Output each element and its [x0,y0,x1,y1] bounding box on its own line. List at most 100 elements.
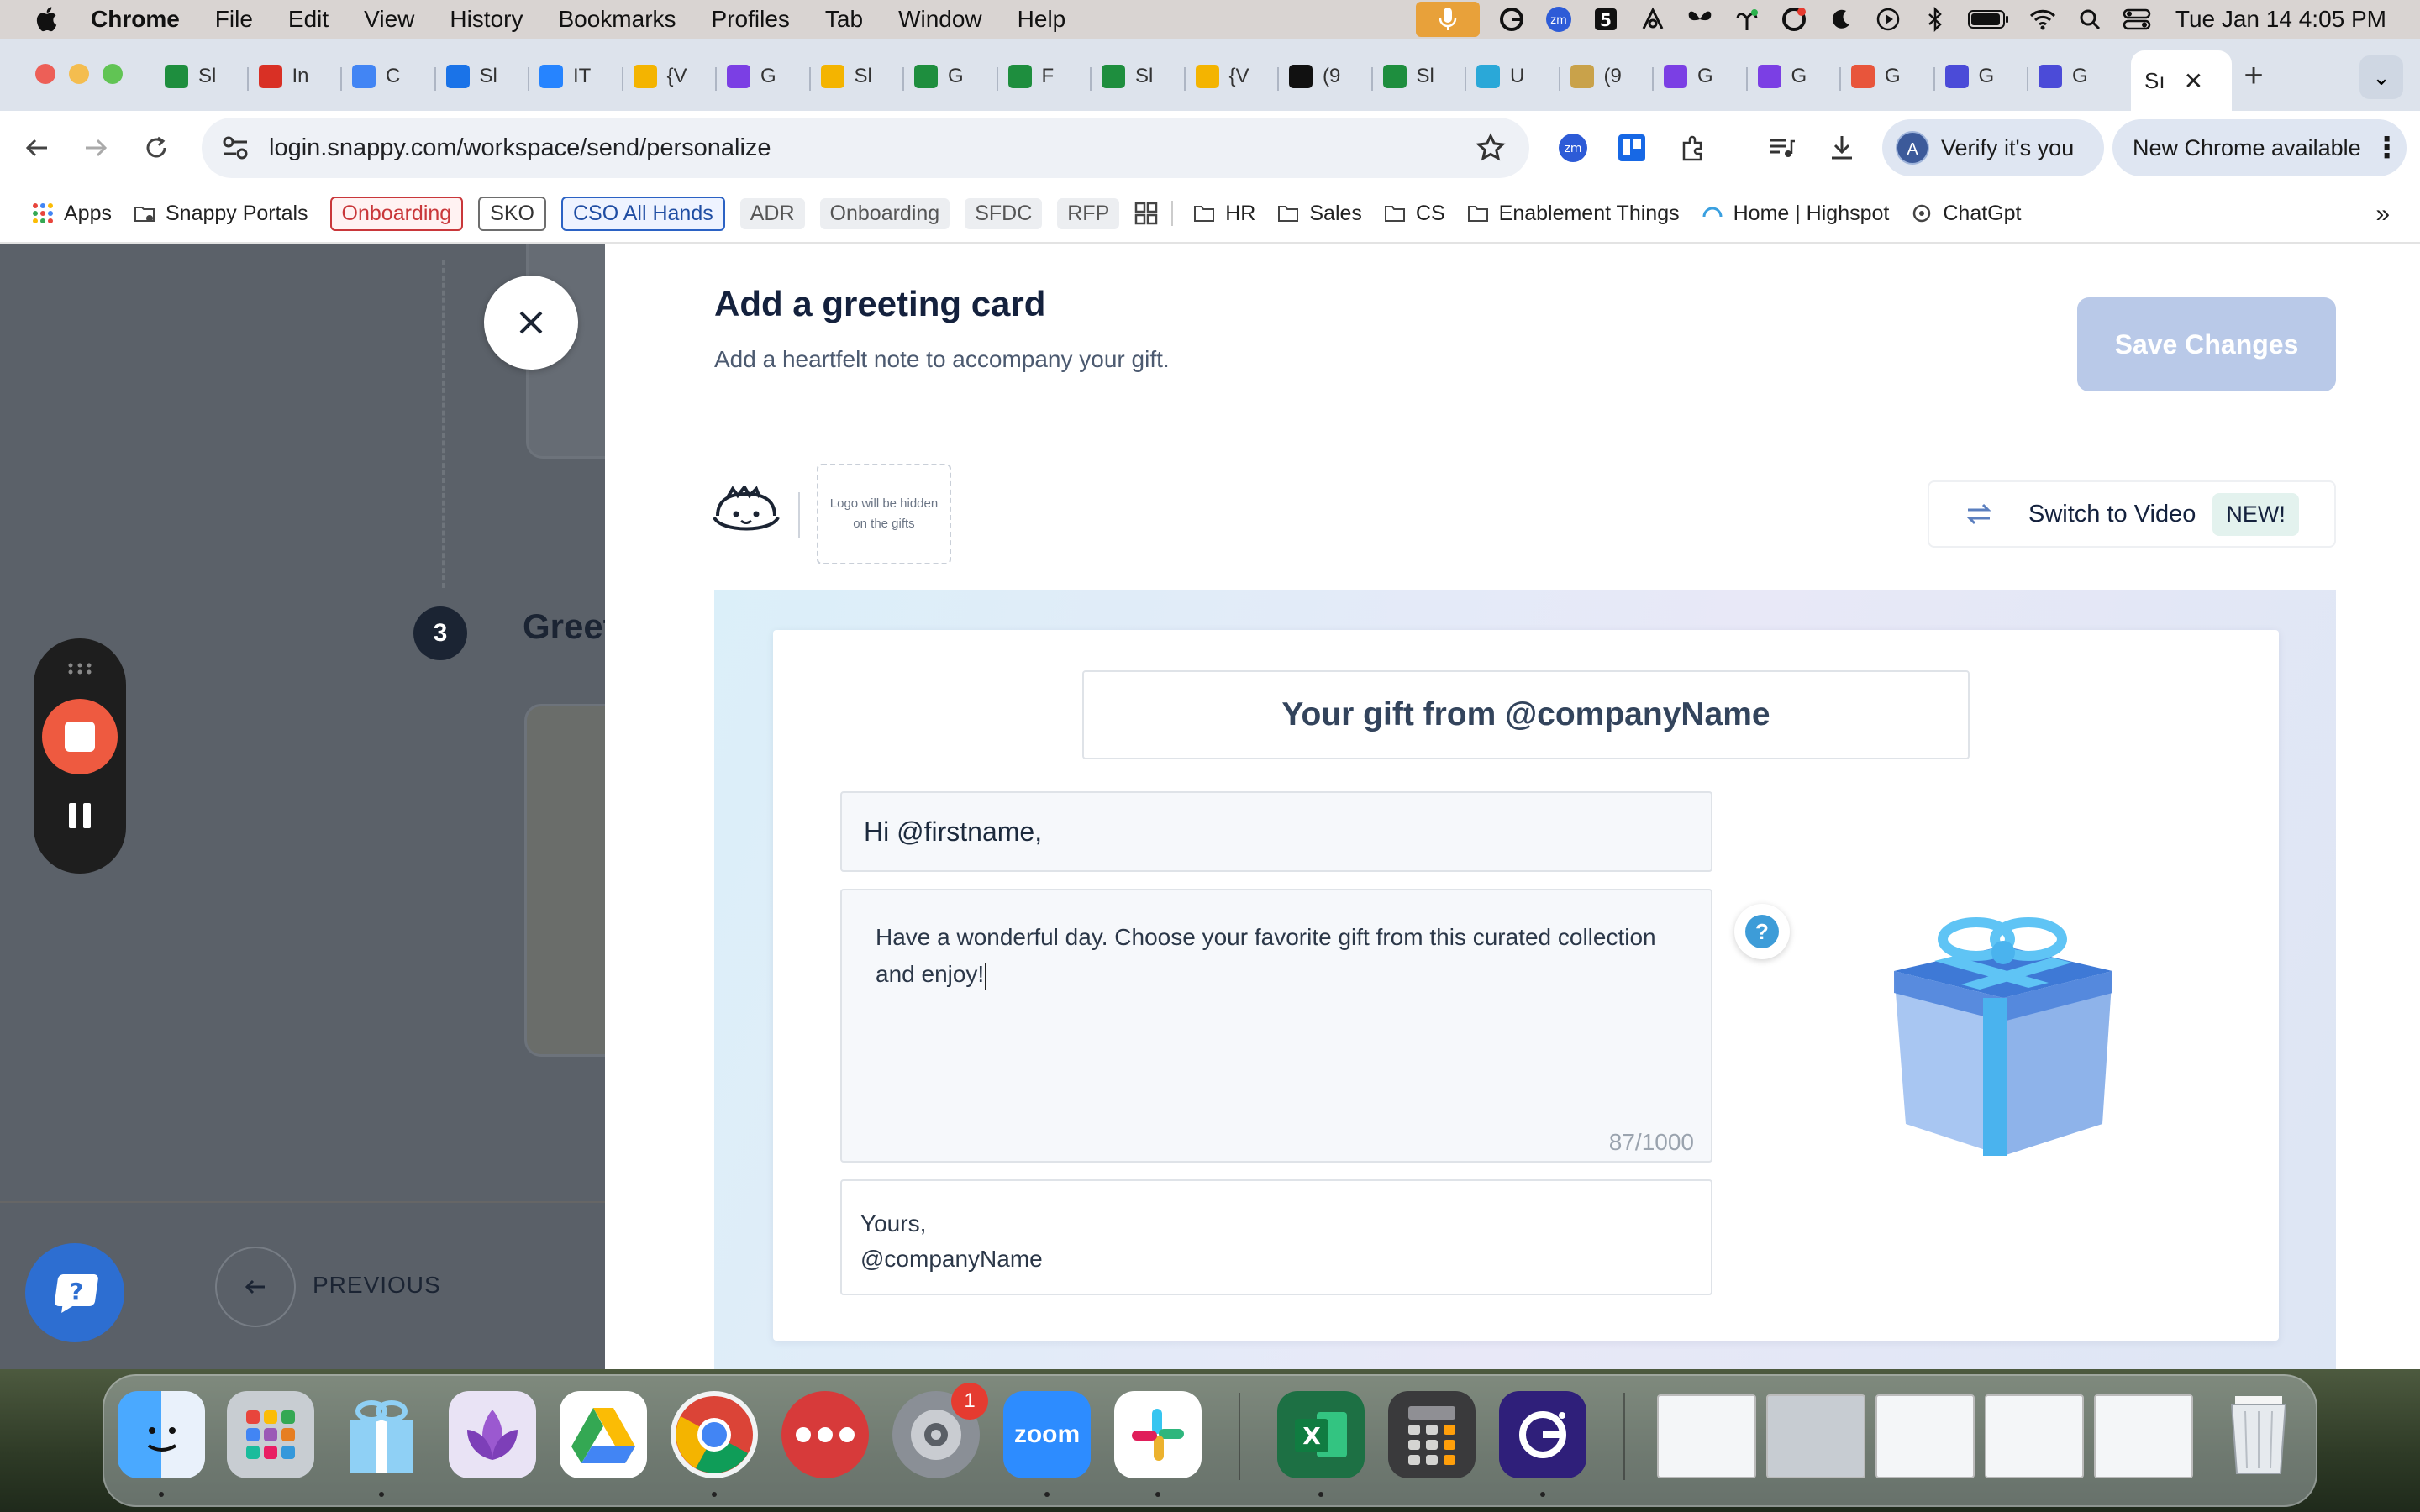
browser-tab[interactable]: Sl [445,57,497,96]
maximize-window-button[interactable] [103,64,123,84]
stop-recording-button[interactable] [42,699,118,774]
calculator-icon[interactable] [1388,1391,1476,1478]
menu-history[interactable]: History [450,6,523,33]
bookmark-snappy-portals[interactable]: Snappy Portals [134,202,308,226]
battery-icon[interactable] [1967,4,2011,34]
bookmark-folder-hr[interactable]: HR [1193,202,1255,226]
switch-to-video-button[interactable]: Switch to Video NEW! [1928,480,2336,548]
new-tab-button[interactable]: + [2235,57,2272,94]
site-settings-icon[interactable] [220,133,250,163]
wifi-icon[interactable] [2028,4,2058,34]
pause-recording-button[interactable] [66,803,94,832]
save-changes-button[interactable]: Save Changes [2077,297,2336,391]
minimized-window-4[interactable] [1985,1394,2084,1478]
menu-tab[interactable]: Tab [825,6,863,33]
browser-tab[interactable]: In [258,57,309,96]
extensions-puzzle-icon[interactable] [1676,129,1712,166]
company-logo-placeholder[interactable]: Logo will be hidden on the gifts [817,464,951,564]
minimized-window-1[interactable] [1657,1394,1756,1478]
card-subject-field[interactable]: Your gift from @companyName [1082,670,1970,759]
close-window-button[interactable] [35,64,55,84]
trello-extension-icon[interactable] [1613,129,1650,166]
zoom-status-icon[interactable]: zm [1544,4,1574,34]
browser-tab[interactable]: C [352,57,400,96]
menu-view[interactable]: View [364,6,414,33]
previous-button[interactable] [215,1247,296,1327]
bookmark-onboarding[interactable]: Onboarding [819,197,950,229]
bookmark-folder-sales[interactable]: Sales [1277,202,1362,226]
arc-icon[interactable] [1638,4,1668,34]
forward-button[interactable] [77,129,114,166]
message-help-button[interactable]: ? [1734,904,1790,959]
zoom-extension-icon[interactable]: zm [1555,129,1591,166]
browser-tab[interactable]: Sl [165,57,216,96]
bookmark-sko[interactable]: SKO [478,196,546,231]
bookmark-sfdc[interactable]: SFDC [965,197,1043,229]
browser-tab[interactable]: G [1851,57,1901,96]
close-tab-icon[interactable]: ✕ [2184,67,2203,95]
bookmark-highspot[interactable]: Home | Highspot [1702,202,1889,226]
microphone-icon[interactable] [1415,2,1480,37]
grid-icon[interactable] [1134,202,1158,225]
browser-tab[interactable]: Sl [820,57,872,96]
bookmark-cso-all-hands[interactable]: CSO All Hands [560,196,725,231]
media-controls-icon[interactable] [1763,129,1800,166]
plant-icon[interactable] [1732,4,1762,34]
browser-tab[interactable]: G [727,57,776,96]
url-text[interactable]: login.snappy.com/workspace/send/personal… [269,134,771,162]
message-textarea[interactable]: Have a wonderful day. Choose your favori… [840,889,1712,1163]
trash-icon[interactable] [2215,1391,2302,1478]
moon-icon[interactable] [1826,4,1856,34]
browser-tab[interactable]: G [914,57,964,96]
spotlight-search-icon[interactable] [2075,4,2105,34]
menu-app-name[interactable]: Chrome [91,6,180,33]
menu-bookmarks[interactable]: Bookmarks [558,6,676,33]
close-drawer-button[interactable] [484,276,578,370]
drag-handle-icon[interactable] [67,662,92,675]
browser-tab[interactable]: (9 [1289,57,1340,96]
browser-tab[interactable]: U [1476,57,1524,96]
address-bar[interactable]: login.snappy.com/workspace/send/personal… [202,118,1529,178]
browser-tab[interactable]: G [1757,57,1807,96]
greeting-input[interactable]: Hi @firstname, [840,791,1712,872]
menubar-clock[interactable]: Tue Jan 14 4:05 PM [2175,6,2386,33]
bookmark-chatgpt[interactable]: ChatGpt [1911,202,2021,226]
previous-label[interactable]: PREVIOUS [313,1272,441,1299]
play-icon[interactable] [1873,4,1903,34]
menu-window[interactable]: Window [898,6,982,33]
grammarly-icon[interactable] [1497,4,1527,34]
gift-app-icon[interactable] [338,1391,425,1478]
excel-icon[interactable]: X [1277,1391,1365,1478]
menu-help[interactable]: Help [1018,6,1066,33]
minimized-window-3[interactable] [1876,1394,1975,1478]
back-button[interactable] [18,129,55,166]
bookmark-star-icon[interactable] [1476,133,1506,163]
browser-tab[interactable]: {V [1195,57,1249,96]
signoff-field[interactable]: Yours, @companyName [840,1179,1712,1295]
active-tab[interactable]: Sı ✕ [2131,50,2232,111]
butterfly-icon[interactable] [1685,4,1715,34]
lotus-app-icon[interactable] [449,1391,536,1478]
grammarly-red-icon[interactable] [1779,4,1809,34]
bookmark-onboarding-red[interactable]: Onboarding [329,196,464,231]
slack-icon[interactable] [1114,1391,1202,1478]
browser-tab[interactable]: {V [633,57,687,96]
help-chat-button[interactable]: ? [25,1243,124,1342]
browser-tab[interactable]: G [1664,57,1713,96]
menu-profiles[interactable]: Profiles [712,6,790,33]
bookmark-apps[interactable]: Apps [32,202,112,226]
minimize-window-button[interactable] [69,64,89,84]
zoom-app-icon[interactable]: zoom [1003,1391,1091,1478]
browser-tab[interactable]: G [2039,57,2088,96]
google-chrome-icon[interactable] [671,1391,758,1478]
browser-tab[interactable]: F [1007,57,1054,96]
bookmark-folder-enablement[interactable]: Enablement Things [1467,202,1680,226]
tab-search-button[interactable]: ⌄ [2360,55,2403,99]
finder-icon[interactable] [118,1391,205,1478]
reload-button[interactable] [138,129,175,166]
menu-edit[interactable]: Edit [288,6,329,33]
browser-tab[interactable]: IT [539,57,591,96]
five-icon[interactable]: 5 [1591,4,1621,34]
browser-tab[interactable]: G [1944,57,1994,96]
launchpad-icon[interactable] [227,1391,314,1478]
